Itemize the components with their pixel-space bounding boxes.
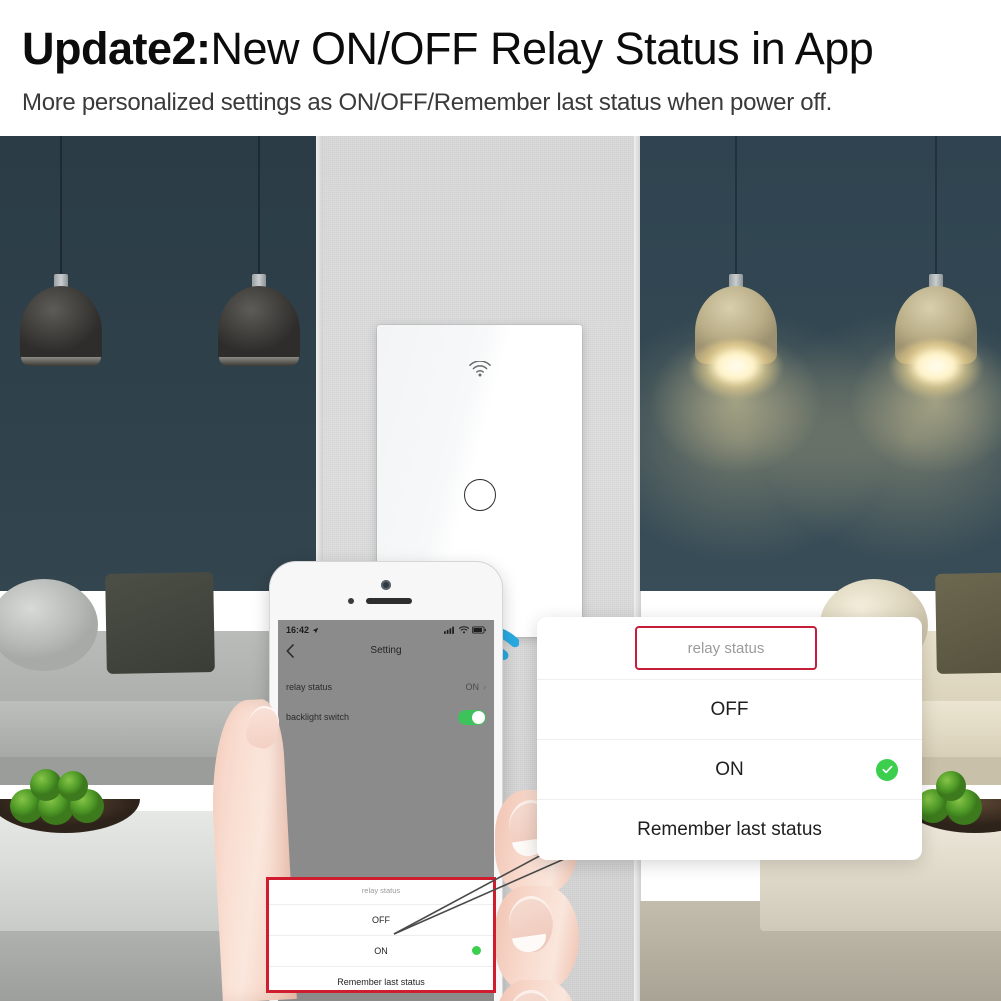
option-remember-last-status[interactable]: Remember last status <box>537 799 922 859</box>
relay-status-dialog-inset[interactable]: relay status OFF ON Remember last status <box>266 877 496 993</box>
option-label: ON <box>715 758 744 780</box>
fruit-item <box>936 771 966 801</box>
chevron-right-icon: › <box>483 682 486 692</box>
option-label: OFF <box>710 698 749 720</box>
relay-status-dialog[interactable]: relay status OFF ON Remember last status <box>537 617 922 860</box>
battery-icon <box>472 626 486 634</box>
status-bar: 16:42 <box>278 620 494 640</box>
check-circle-icon <box>876 758 898 781</box>
setting-label: relay status <box>286 682 333 692</box>
setting-label: backlight switch <box>286 712 350 722</box>
lamp-cord <box>935 136 937 276</box>
settings-list: relay status ON › backlight switch <box>278 672 494 732</box>
proximity-sensor <box>348 598 354 604</box>
page-subtitle: More personalized settings as ON/OFF/Rem… <box>22 89 833 116</box>
title-rest: New ON/OFF Relay Status in App <box>210 23 874 74</box>
lamp-cord <box>60 136 62 276</box>
page-title: Update2:New ON/OFF Relay Status in App <box>22 22 874 76</box>
lamp-rim <box>21 357 101 366</box>
setting-row-relay-status[interactable]: relay status ON › <box>278 672 494 702</box>
dialog-header-highlight: relay status <box>635 626 817 670</box>
fruit-item <box>58 771 88 801</box>
inset-option-remember[interactable]: Remember last status <box>269 977 493 987</box>
finger <box>495 980 579 1001</box>
inset-option-off[interactable]: OFF <box>269 915 493 925</box>
option-off[interactable]: OFF <box>537 679 922 739</box>
wifi-icon <box>459 626 469 634</box>
option-on[interactable]: ON <box>537 739 922 799</box>
lamp-bulb-glow <box>888 340 984 402</box>
status-bar-time: 16:42 <box>286 625 310 635</box>
lamp-cord <box>735 136 737 276</box>
backlight-toggle[interactable] <box>458 709 486 725</box>
lamp-rim <box>219 357 299 366</box>
divider <box>269 966 493 967</box>
inset-option-on[interactable]: ON <box>269 946 493 956</box>
fingernail-tip <box>512 933 548 955</box>
divider <box>269 904 493 905</box>
cellular-signal-icon <box>444 626 454 634</box>
check-circle-icon <box>472 946 481 955</box>
front-camera <box>381 580 391 590</box>
earpiece-speaker <box>366 598 412 604</box>
square-pillow <box>105 572 215 674</box>
room-right-lights-on <box>616 136 1001 1001</box>
lamp-cord <box>258 136 260 276</box>
screen-title: Setting <box>370 645 402 656</box>
nav-bar: Setting <box>278 640 494 666</box>
wifi-icon <box>468 361 491 377</box>
product-infographic: Update2:New ON/OFF Relay Status in App M… <box>0 0 1001 1001</box>
fingernail <box>509 990 553 1001</box>
title-bold-prefix: Update2: <box>22 23 211 74</box>
lamp-bulb-glow <box>688 340 784 402</box>
setting-row-backlight-switch[interactable]: backlight switch <box>278 702 494 732</box>
header-banner: Update2:New ON/OFF Relay Status in App M… <box>0 0 1001 136</box>
divider <box>269 935 493 936</box>
option-label: Remember last status <box>637 818 822 840</box>
dialog-header-area: relay status <box>537 617 922 679</box>
touch-button[interactable] <box>463 479 496 511</box>
location-arrow-icon <box>312 627 319 633</box>
toggle-knob <box>472 710 485 724</box>
inset-dialog-header: relay status <box>361 886 401 895</box>
check-mark-icon <box>882 765 892 774</box>
dialog-title: relay status <box>687 639 765 657</box>
setting-value: ON <box>465 682 480 692</box>
square-pillow <box>935 572 1001 674</box>
finger <box>495 886 579 990</box>
